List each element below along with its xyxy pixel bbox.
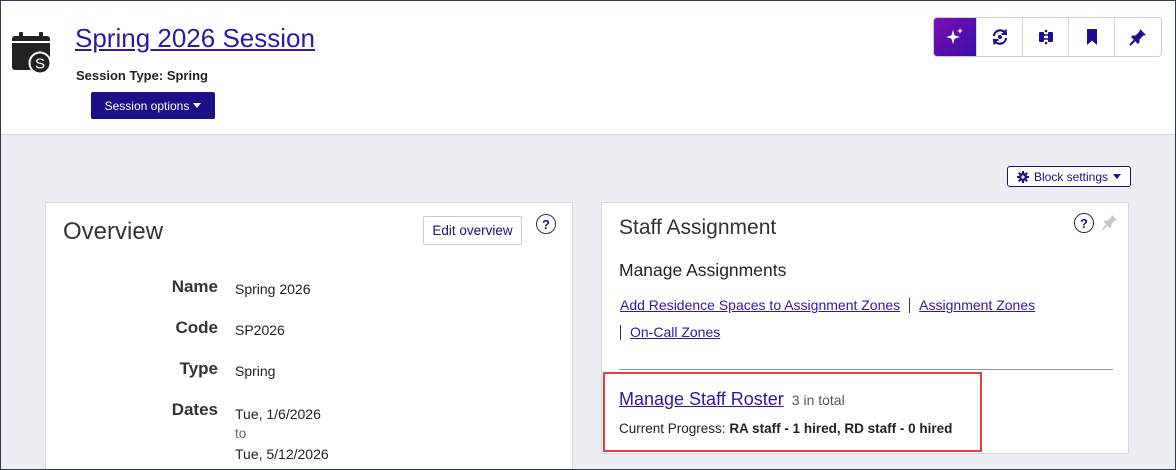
session-options-label: Session options: [104, 98, 190, 113]
caret-down-icon: [1113, 174, 1122, 179]
add-residence-spaces-link[interactable]: Add Residence Spaces to Assignment Zones: [620, 297, 900, 313]
header-toolbar: [933, 17, 1162, 57]
help-icon[interactable]: ?: [536, 214, 556, 234]
gear-icon: [1016, 170, 1029, 183]
page-header: S Spring 2026 Session Session Type: Spri…: [1, 1, 1175, 135]
refresh-sync-icon: [992, 29, 1007, 45]
sparkle-ai-icon: [946, 28, 963, 44]
session-type-value: Spring: [166, 68, 208, 83]
code-label: Code: [175, 318, 219, 337]
dates-to: to: [235, 426, 247, 441]
caret-down-icon: [193, 103, 202, 108]
assignment-zones-link[interactable]: Assignment Zones: [919, 297, 1035, 313]
type-label: Type: [179, 359, 218, 378]
help-icon[interactable]: ?: [1074, 213, 1094, 233]
name-value: Spring 2026: [235, 281, 311, 297]
ai-assist-button[interactable]: [934, 18, 977, 56]
link-separator: [620, 324, 621, 340]
overview-card: Overview Edit overview ? Name Spring 202…: [45, 202, 573, 469]
block-settings-button[interactable]: Block settings: [1007, 166, 1131, 187]
manage-assignments-heading: Manage Assignments: [619, 260, 787, 280]
dates-end: Tue, 5/12/2026: [235, 446, 329, 462]
on-call-zones-link[interactable]: On-Call Zones: [630, 324, 720, 340]
code-value: SP2026: [235, 322, 285, 338]
assignment-links-row-2: On-Call Zones: [620, 324, 720, 340]
edit-overview-button[interactable]: Edit overview: [423, 216, 522, 245]
bookmark-button[interactable]: [1069, 18, 1115, 56]
bookmark-icon: [1086, 29, 1097, 45]
dates-value: Tue, 1/6/2026 to Tue, 5/12/2026: [235, 404, 329, 464]
pin-button[interactable]: [1115, 18, 1161, 56]
svg-text:S: S: [35, 56, 45, 73]
block-settings-label: Block settings: [1033, 169, 1109, 184]
name-label: Name: [171, 277, 218, 296]
sync-button[interactable]: [977, 18, 1023, 56]
dates-label: Dates: [171, 400, 218, 419]
calendar-session-icon: S: [12, 32, 52, 75]
assignment-links-row-1: Add Residence Spaces to Assignment Zones…: [620, 297, 1035, 313]
session-type-label: Session Type:: [76, 68, 164, 83]
session-type: Session Type: Spring: [76, 68, 208, 83]
type-value: Spring: [235, 363, 276, 379]
compare-icon: [1038, 29, 1053, 45]
session-options-button[interactable]: Session options: [91, 92, 215, 119]
link-separator: [909, 297, 911, 313]
section-divider: [619, 369, 1113, 370]
highlight-box: [603, 372, 982, 452]
compare-button[interactable]: [1023, 18, 1069, 56]
overview-title: Overview: [63, 218, 164, 245]
staff-assignment-title: Staff Assignment: [619, 216, 777, 239]
app-frame: S Spring 2026 Session Session Type: Spri…: [0, 0, 1176, 470]
dates-start: Tue, 1/6/2026: [235, 406, 321, 422]
pin-icon[interactable]: [1101, 213, 1119, 231]
session-title-link[interactable]: Spring 2026 Session: [75, 23, 315, 54]
pin-icon: [1129, 29, 1146, 46]
